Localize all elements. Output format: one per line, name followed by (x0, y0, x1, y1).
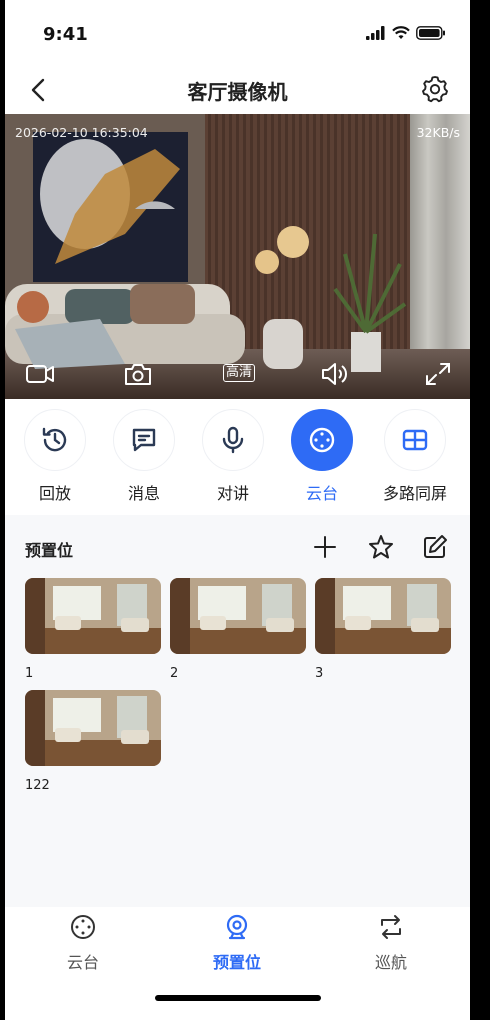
feature-label: 多路同屏 (383, 484, 448, 503)
video-frame (5, 114, 470, 399)
ptz-icon (71, 915, 95, 939)
cruise-icon (381, 915, 401, 939)
quality-toggle[interactable]: 高清 (223, 364, 256, 382)
feature-ptz-circle (291, 409, 353, 471)
feature-ptz[interactable]: 云台 (290, 409, 354, 504)
preset-panel-title: 预置位 (25, 541, 74, 560)
status-icons (366, 26, 446, 40)
feature-label: 消息 (127, 484, 160, 503)
camera-preset-icon (226, 914, 248, 940)
live-video[interactable]: 2026-02-10 16:35:04 32KB/s 高清 (5, 114, 470, 399)
preset-item[interactable]: 1 (25, 578, 161, 681)
preset-panel: 预置位 1 2 3 122 (5, 515, 470, 907)
preset-label: 122 (25, 778, 50, 793)
tab-presets[interactable]: 预置位 (187, 913, 287, 973)
settings-gear-icon[interactable] (420, 74, 450, 104)
preset-thumbnail (315, 578, 451, 654)
feature-row: 回放 消息 对讲 云台 多路同屏 (5, 399, 470, 515)
tab-ptz[interactable]: 云台 (33, 913, 133, 973)
microphone-icon (222, 426, 244, 454)
preset-label: 3 (315, 666, 324, 681)
video-timestamp: 2026-02-10 16:35:04 (15, 125, 148, 140)
home-indicator[interactable] (155, 995, 321, 1001)
preset-thumbnail (170, 578, 306, 654)
feature-label: 回放 (38, 484, 71, 503)
fullscreen-expand-icon[interactable] (423, 361, 453, 387)
ptz-icon (309, 427, 335, 453)
tab-label: 巡航 (374, 953, 407, 972)
bottom-tab-bar: 云台 预置位 巡航 (5, 907, 470, 1020)
star-icon[interactable] (367, 533, 395, 561)
feature-multiview[interactable]: 多路同屏 (383, 409, 447, 504)
wifi-icon (392, 26, 410, 39)
preset-item[interactable]: 2 (170, 578, 306, 681)
feature-intercom-circle (202, 409, 264, 471)
preset-thumbnail (25, 578, 161, 654)
record-video-icon[interactable] (25, 361, 55, 387)
nav-bar: 客厅摄像机 (5, 66, 470, 114)
feature-messages-circle (113, 409, 175, 471)
status-time: 9:41 (43, 24, 88, 45)
feature-label: 云台 (305, 484, 338, 503)
tab-cruise[interactable]: 巡航 (341, 913, 441, 973)
tab-label: 云台 (66, 953, 99, 972)
preset-label: 1 (25, 666, 34, 681)
page-title: 客厅摄像机 (187, 80, 288, 104)
snapshot-camera-icon[interactable] (123, 361, 153, 387)
feature-messages[interactable]: 消息 (112, 409, 176, 504)
preset-item[interactable]: 122 (25, 690, 161, 793)
battery-icon (416, 26, 445, 40)
feature-playback[interactable]: 回放 (23, 409, 87, 504)
signal-icon (366, 26, 385, 40)
tab-label: 预置位 (212, 953, 261, 972)
feature-intercom[interactable]: 对讲 (201, 409, 265, 504)
grid-icon (402, 429, 428, 451)
phone-screen: 9:41 客厅摄像机 2026-02-10 16:35:04 32KB/s 高清… (5, 0, 470, 1020)
feature-label: 对讲 (216, 484, 249, 503)
preset-item[interactable]: 3 (315, 578, 451, 681)
speaker-volume-icon[interactable] (320, 361, 350, 387)
preset-label: 2 (170, 666, 179, 681)
preset-thumbnail (25, 690, 161, 766)
history-icon (42, 427, 67, 452)
status-bar: 9:41 (5, 0, 470, 66)
edit-icon[interactable] (421, 533, 449, 561)
message-icon (132, 428, 156, 452)
feature-playback-circle (24, 409, 86, 471)
video-bitrate: 32KB/s (416, 125, 460, 140)
feature-multiview-circle (384, 409, 446, 471)
add-icon[interactable] (311, 533, 339, 561)
